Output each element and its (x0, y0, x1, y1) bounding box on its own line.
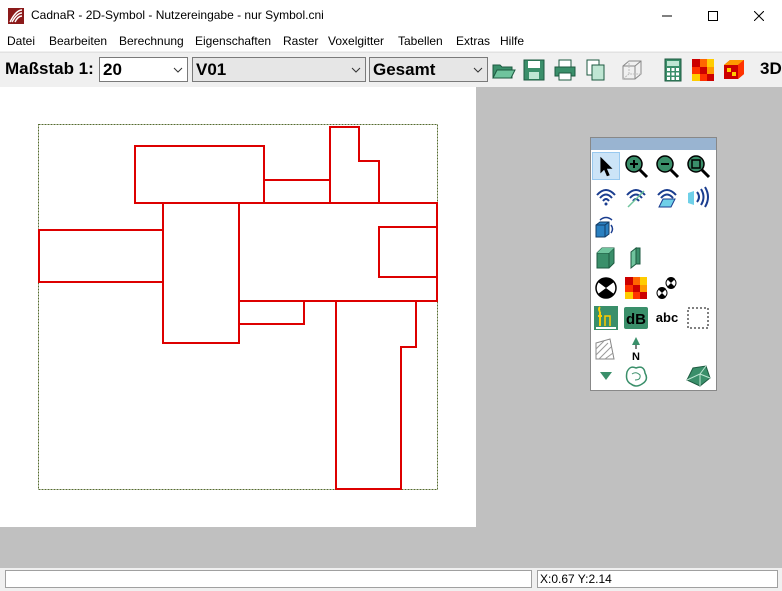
menu-datei[interactable]: Datei (7, 34, 35, 48)
color-cube-icon[interactable] (721, 57, 747, 83)
palette-title-bar[interactable] (591, 138, 716, 150)
view-3d-button[interactable]: 3D (760, 59, 782, 79)
status-message-pane (5, 570, 532, 588)
variant-select[interactable]: V01 (192, 57, 366, 82)
svg-text:abc: abc (656, 310, 678, 325)
svg-text:dB: dB (626, 311, 646, 328)
menu-extras[interactable]: Extras (456, 34, 490, 48)
room-outline[interactable] (38, 229, 164, 283)
wireframe-cube-icon[interactable] (619, 57, 645, 83)
close-icon (754, 10, 764, 21)
room-outline[interactable] (335, 300, 417, 490)
drawing-canvas[interactable] (0, 87, 476, 527)
menu-berechnung[interactable]: Berechnung (119, 34, 184, 48)
wall-icon[interactable] (622, 244, 650, 272)
group-value: Gesamt (373, 60, 436, 79)
room-outline[interactable] (238, 202, 438, 302)
source-directional-icon[interactable] (622, 183, 650, 211)
zoom-extent-icon[interactable] (684, 152, 712, 180)
menu-bearbeiten[interactable]: Bearbeiten (49, 34, 107, 48)
chevron-down-icon (351, 67, 361, 73)
minimize-icon (662, 15, 672, 16)
menu-voxelgitter[interactable]: Voxelgitter (328, 34, 384, 48)
selection-rect-icon[interactable] (684, 304, 712, 332)
maximize-icon (708, 10, 718, 21)
text-tool-icon[interactable]: abc (653, 304, 681, 332)
workspace: dB abc N (0, 87, 782, 568)
triangle-down-icon[interactable] (592, 362, 620, 390)
source-cube-icon[interactable] (592, 213, 620, 241)
receiver-icon[interactable] (592, 304, 620, 332)
menu-hilfe[interactable]: Hilfe (500, 34, 524, 48)
room-outline[interactable] (134, 145, 265, 204)
cadnar-app-icon (8, 8, 24, 24)
floor-plan[interactable] (0, 87, 476, 527)
zoom-out-icon[interactable] (653, 152, 681, 180)
menu-eigenschaften[interactable]: Eigenschaften (195, 34, 271, 48)
scale-label: Maßstab 1: (5, 59, 94, 78)
menu-raster[interactable]: Raster (283, 34, 318, 48)
contour-icon[interactable] (622, 362, 650, 390)
minimize-button[interactable] (644, 0, 690, 31)
room-outline[interactable] (378, 226, 438, 278)
db-label-icon[interactable]: dB (622, 304, 650, 332)
toolbar: Maßstab 1: 20 V01 Gesamt 3D (0, 52, 782, 87)
room-outline[interactable] (329, 126, 380, 204)
pointer-icon[interactable] (592, 152, 620, 180)
absorber-icon[interactable] (653, 274, 681, 302)
cursor-coordinates: X:0.67 Y:2.14 (540, 572, 612, 586)
menu-tabellen[interactable]: Tabellen (398, 34, 443, 48)
menu-bar: Datei Bearbeiten Berechnung Eigenschafte… (0, 31, 782, 51)
diffuse-sphere-icon[interactable] (592, 274, 620, 302)
room-outline[interactable] (162, 202, 240, 344)
source-line-icon[interactable] (684, 183, 712, 211)
source-omni-icon[interactable] (592, 183, 620, 211)
object-3d-icon[interactable] (684, 362, 712, 390)
scale-value: 20 (103, 60, 122, 79)
open-icon[interactable] (490, 57, 516, 83)
zoom-in-icon[interactable] (622, 152, 650, 180)
variant-value: V01 (196, 60, 227, 79)
copy-icon[interactable] (582, 57, 608, 83)
room-outline[interactable] (263, 179, 331, 204)
chevron-down-icon (173, 67, 183, 73)
save-icon[interactable] (521, 57, 547, 83)
block-icon[interactable] (592, 244, 620, 272)
north-arrow-icon[interactable]: N (622, 335, 650, 363)
source-area-icon[interactable] (653, 183, 681, 211)
grid-calc-icon[interactable] (622, 274, 650, 302)
chevron-down-icon (473, 67, 483, 73)
color-grid-icon[interactable] (690, 57, 716, 83)
hatch-area-icon[interactable] (592, 335, 620, 363)
room-outline[interactable] (238, 300, 305, 325)
title-bar: CadnaR - 2D-Symbol - Nutzereingabe - nur… (0, 0, 782, 31)
status-bar (0, 568, 782, 591)
window-title: CadnaR - 2D-Symbol - Nutzereingabe - nur… (31, 8, 324, 22)
print-icon[interactable] (552, 57, 578, 83)
calculator-icon[interactable] (660, 57, 686, 83)
maximize-button[interactable] (690, 0, 736, 31)
scale-select[interactable]: 20 (99, 57, 188, 82)
group-select[interactable]: Gesamt (369, 57, 488, 82)
tool-palette: dB abc N (590, 137, 717, 391)
close-button[interactable] (736, 0, 782, 31)
